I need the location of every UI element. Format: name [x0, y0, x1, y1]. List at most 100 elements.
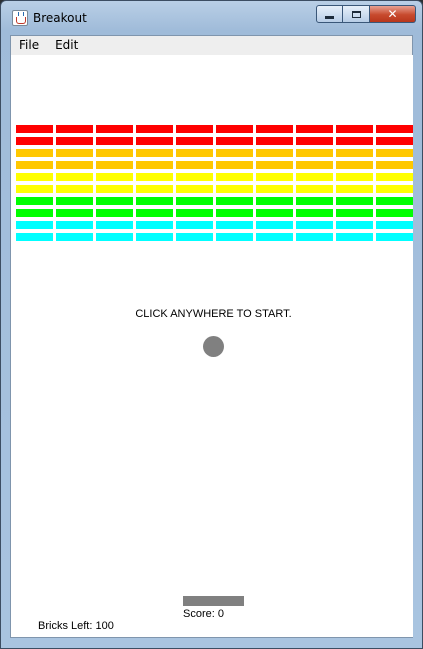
- brick: [96, 233, 133, 241]
- brick: [296, 221, 333, 229]
- brick: [376, 161, 413, 169]
- paddle[interactable]: [183, 596, 244, 606]
- brick: [96, 137, 133, 145]
- client-area: File Edit CLICK ANYWHERE TO START. Score…: [10, 35, 413, 638]
- brick: [376, 149, 413, 157]
- brick: [96, 185, 133, 193]
- brick: [296, 173, 333, 181]
- brick: [336, 221, 373, 229]
- brick: [176, 125, 213, 133]
- brick: [176, 161, 213, 169]
- brick: [216, 185, 253, 193]
- window-title: Breakout: [33, 11, 87, 25]
- brick: [56, 233, 93, 241]
- brick: [296, 185, 333, 193]
- brick: [216, 209, 253, 217]
- brick: [56, 209, 93, 217]
- bricks-left-label: Bricks Left: 100: [38, 620, 114, 632]
- title-bar[interactable]: Breakout ✕: [1, 1, 422, 35]
- brick: [256, 137, 293, 145]
- brick: [176, 185, 213, 193]
- brick: [336, 125, 373, 133]
- brick: [136, 185, 173, 193]
- brick: [136, 149, 173, 157]
- brick: [376, 173, 413, 181]
- brick: [376, 137, 413, 145]
- menu-edit[interactable]: Edit: [47, 36, 86, 55]
- brick: [336, 197, 373, 205]
- brick: [216, 197, 253, 205]
- brick: [296, 161, 333, 169]
- brick: [96, 125, 133, 133]
- brick: [136, 233, 173, 241]
- brick: [376, 125, 413, 133]
- brick: [16, 173, 53, 181]
- brick: [256, 161, 293, 169]
- menu-bar: File Edit: [11, 36, 412, 55]
- brick: [296, 149, 333, 157]
- brick: [176, 149, 213, 157]
- brick: [256, 185, 293, 193]
- brick: [136, 125, 173, 133]
- brick: [256, 149, 293, 157]
- brick: [56, 137, 93, 145]
- java-icon[interactable]: [12, 10, 28, 26]
- window-controls: ✕: [316, 5, 416, 25]
- brick: [136, 173, 173, 181]
- close-button[interactable]: ✕: [370, 5, 416, 23]
- brick: [96, 149, 133, 157]
- brick: [16, 149, 53, 157]
- minimize-icon: [325, 15, 334, 19]
- brick: [216, 161, 253, 169]
- brick: [376, 233, 413, 241]
- brick: [56, 173, 93, 181]
- brick: [16, 125, 53, 133]
- brick: [296, 209, 333, 217]
- brick: [56, 185, 93, 193]
- brick: [216, 137, 253, 145]
- brick: [256, 233, 293, 241]
- brick: [256, 197, 293, 205]
- brick: [176, 233, 213, 241]
- minimize-button[interactable]: [316, 5, 343, 23]
- brick: [176, 209, 213, 217]
- brick: [136, 221, 173, 229]
- brick: [336, 173, 373, 181]
- brick: [16, 209, 53, 217]
- brick: [16, 197, 53, 205]
- brick: [296, 233, 333, 241]
- brick: [216, 233, 253, 241]
- brick: [56, 125, 93, 133]
- brick: [336, 185, 373, 193]
- brick: [176, 173, 213, 181]
- brick: [56, 197, 93, 205]
- brick: [96, 221, 133, 229]
- brick: [336, 209, 373, 217]
- brick: [96, 161, 133, 169]
- maximize-button[interactable]: [343, 5, 370, 23]
- maximize-icon: [351, 10, 361, 18]
- game-canvas[interactable]: CLICK ANYWHERE TO START. Score: 0 Bricks…: [14, 55, 413, 637]
- brick: [16, 137, 53, 145]
- brick: [336, 137, 373, 145]
- brick: [56, 221, 93, 229]
- app-window: Breakout ✕ File Edit CLICK ANYWHERE TO S…: [0, 0, 423, 649]
- brick: [256, 173, 293, 181]
- brick: [216, 173, 253, 181]
- brick: [256, 209, 293, 217]
- brick: [136, 197, 173, 205]
- brick: [16, 161, 53, 169]
- brick: [16, 185, 53, 193]
- menu-file[interactable]: File: [11, 36, 47, 55]
- brick: [376, 209, 413, 217]
- brick: [56, 149, 93, 157]
- brick: [256, 125, 293, 133]
- brick: [296, 197, 333, 205]
- brick: [216, 221, 253, 229]
- brick: [216, 149, 253, 157]
- brick: [376, 197, 413, 205]
- score-label: Score: 0: [183, 608, 224, 620]
- ball: [203, 336, 224, 357]
- brick: [376, 221, 413, 229]
- brick: [176, 197, 213, 205]
